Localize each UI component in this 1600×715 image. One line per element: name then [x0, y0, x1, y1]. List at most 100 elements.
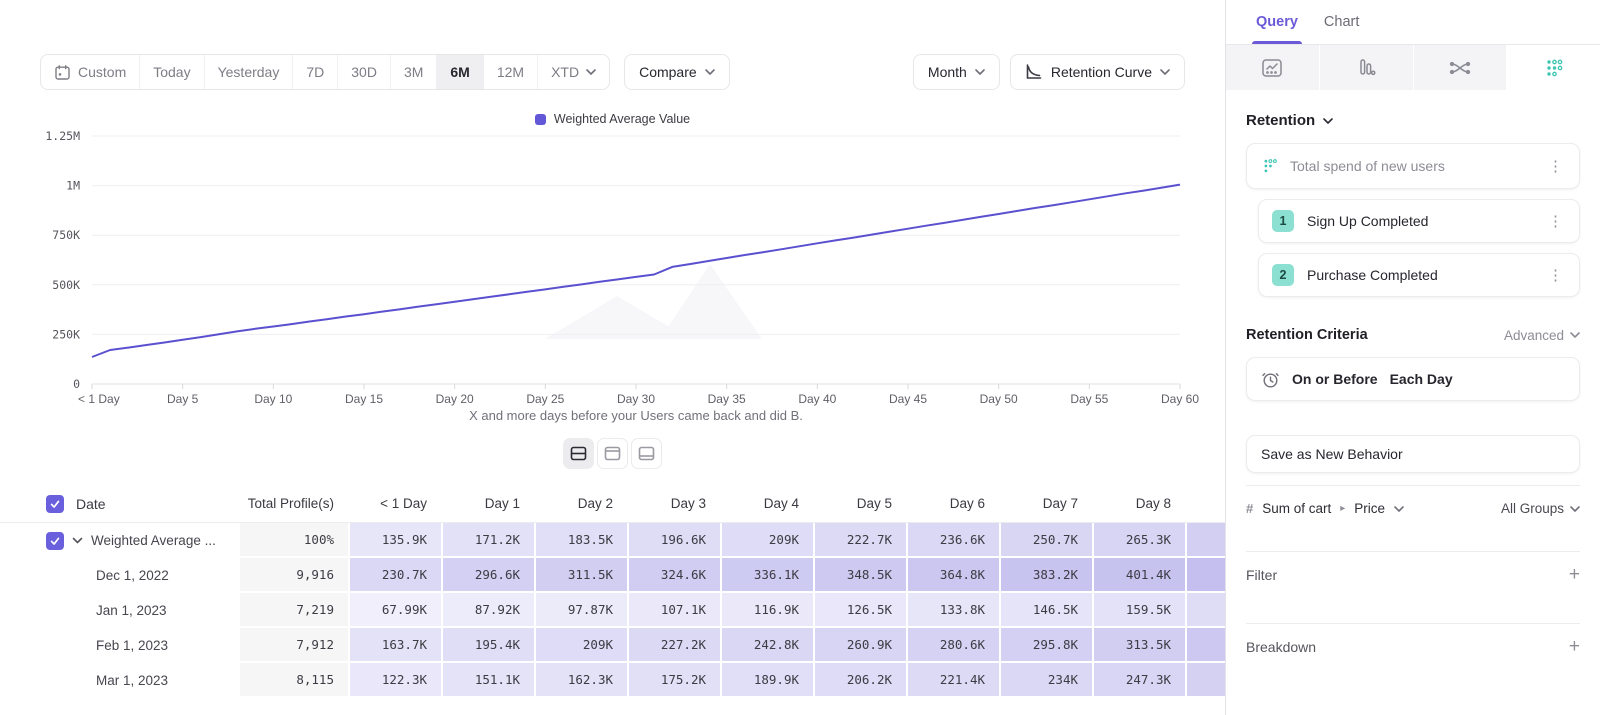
add-filter-button[interactable]: +	[1569, 564, 1580, 586]
retention-value-cell[interactable]: 260.9K	[815, 628, 908, 663]
retention-value-cell[interactable]: 265.3K	[1094, 523, 1187, 558]
table-row[interactable]: Feb 1, 20237,912163.7K195.4K209K227.2K24…	[0, 628, 1225, 663]
retention-value-cell[interactable]: 383.2K	[1001, 558, 1094, 593]
retention-value-cell[interactable]: 313.5K	[1094, 628, 1187, 663]
step-row-1[interactable]: 1 Sign Up Completed ⋮	[1258, 199, 1580, 243]
retention-value-cell[interactable]: 133.8K	[908, 593, 1001, 628]
chart-legend[interactable]: Weighted Average Value	[0, 112, 1225, 126]
expand-caret-icon[interactable]	[72, 537, 83, 544]
table-row[interactable]: Dec 1, 20229,916230.7K296.6K311.5K324.6K…	[0, 558, 1225, 593]
granularity-button[interactable]: Month	[913, 54, 1000, 90]
retention-value-cell[interactable]: 195.4K	[443, 628, 536, 663]
retention-value-cell[interactable]: 324.6K	[629, 558, 722, 593]
retention-value-cell[interactable]: 183.5K	[536, 523, 629, 558]
retention-value-cell[interactable]: 247.3K	[1094, 663, 1187, 698]
retention-value-cell[interactable]: 336.1K	[722, 558, 815, 593]
row-date-cell[interactable]: Jan 1, 2023	[0, 593, 240, 628]
retention-value-cell[interactable]: 364.8K	[908, 558, 1001, 593]
insights-report-button[interactable]	[1226, 45, 1320, 90]
retention-value-cell[interactable]: 230.7K	[350, 558, 443, 593]
range-today[interactable]: Today	[140, 55, 204, 89]
range-yesterday[interactable]: Yesterday	[205, 55, 294, 89]
retention-value-cell[interactable]: 206.2K	[815, 663, 908, 698]
row-checkbox[interactable]	[46, 532, 64, 550]
retention-value-cell[interactable]: 222.7K	[815, 523, 908, 558]
range-custom[interactable]: Custom	[41, 55, 140, 89]
group-selector[interactable]: All Groups	[1501, 501, 1580, 516]
kebab-menu-icon[interactable]: ⋮	[1544, 157, 1567, 175]
range-30d[interactable]: 30D	[338, 55, 391, 89]
range-6m[interactable]: 6M	[437, 55, 483, 89]
add-breakdown-button[interactable]: +	[1569, 636, 1580, 658]
retention-value-cell[interactable]: 87.92K	[443, 593, 536, 628]
row-date-cell[interactable]: Weighted Average ...	[0, 523, 240, 558]
retention-value-cell[interactable]: 250.7K	[1001, 523, 1094, 558]
retention-value-cell[interactable]: 146.5K	[1001, 593, 1094, 628]
retention-value-cell[interactable]: 209K	[536, 628, 629, 663]
retention-value-cell[interactable]: 162.3K	[536, 663, 629, 698]
range-3m[interactable]: 3M	[391, 55, 437, 89]
retention-value-cell[interactable]: 196.6K	[629, 523, 722, 558]
x-axis-tick-label: Day 50	[980, 392, 1018, 406]
table-row[interactable]: Jan 1, 20237,21967.99K87.92K97.87K107.1K…	[0, 593, 1225, 628]
table-view-button[interactable]	[631, 438, 662, 469]
retention-value-cell[interactable]: 151.1K	[443, 663, 536, 698]
chart-type-button[interactable]: Retention Curve	[1010, 54, 1185, 90]
retention-section-header[interactable]: Retention	[1246, 112, 1580, 129]
retention-value-cell[interactable]: 234K	[1001, 663, 1094, 698]
retention-value-cell[interactable]: 163.7K	[350, 628, 443, 663]
retention-value-cell[interactable]: 221.4K	[908, 663, 1001, 698]
kebab-menu-icon[interactable]: ⋮	[1544, 266, 1567, 284]
retention-value-cell[interactable]: 227.2K	[629, 628, 722, 663]
table-row[interactable]: Weighted Average ...100%135.9K171.2K183.…	[0, 523, 1225, 558]
range-12m[interactable]: 12M	[484, 55, 538, 89]
criteria-condition-card[interactable]: On or Before Each Day	[1246, 357, 1580, 401]
retention-value-cell[interactable]: 126.5K	[815, 593, 908, 628]
step-row-2[interactable]: 2 Purchase Completed ⋮	[1258, 253, 1580, 297]
row-date-cell[interactable]: Feb 1, 2023	[0, 628, 240, 663]
retention-value-cell[interactable]: 107.1K	[629, 593, 722, 628]
funnels-report-button[interactable]	[1320, 45, 1414, 90]
tab-chart[interactable]: Chart	[1324, 0, 1359, 44]
retention-value-cell[interactable]: 116.9K	[722, 593, 815, 628]
flows-report-button[interactable]	[1414, 45, 1508, 90]
retention-value-cell[interactable]: 296.6K	[443, 558, 536, 593]
retention-value-cell[interactable]: 401.4K	[1094, 558, 1187, 593]
retention-value-cell[interactable]: 348.5K	[815, 558, 908, 593]
criteria-frequency[interactable]: Each Day	[1390, 371, 1453, 387]
split-view-button[interactable]	[563, 438, 594, 469]
row-date-cell[interactable]: Mar 1, 2023	[0, 663, 240, 698]
retention-value-cell[interactable]: 236.6K	[908, 523, 1001, 558]
chart-view-button[interactable]	[597, 438, 628, 469]
line-chart-canvas[interactable]: 0250K500K750K1M1.25M< 1 DayDay 5Day 10Da…	[0, 90, 1225, 430]
metric-selector[interactable]: # Sum of cart ▸ Price	[1246, 501, 1501, 516]
row-date-cell[interactable]: Dec 1, 2022	[0, 558, 240, 593]
table-row[interactable]: Mar 1, 20238,115122.3K151.1K162.3K175.2K…	[0, 663, 1225, 698]
retention-value-cell[interactable]: 135.9K	[350, 523, 443, 558]
retention-value-cell[interactable]: 189.9K	[722, 663, 815, 698]
retention-value-cell[interactable]: 159.5K	[1094, 593, 1187, 628]
compare-button[interactable]: Compare	[624, 54, 730, 90]
retention-value-cell[interactable]: 280.6K	[908, 628, 1001, 663]
retention-value-cell[interactable]: 295.8K	[1001, 628, 1094, 663]
retention-report-button[interactable]	[1507, 45, 1600, 90]
row-checkbox[interactable]	[46, 495, 64, 513]
header-cell-date[interactable]: Date	[0, 485, 240, 522]
retention-value-cell[interactable]: 175.2K	[629, 663, 722, 698]
save-as-new-behavior-button[interactable]: Save as New Behavior	[1246, 435, 1580, 473]
retention-value-cell[interactable]: 311.5K	[536, 558, 629, 593]
criteria-condition[interactable]: On or Before	[1292, 371, 1378, 387]
retention-value-cell[interactable]: 242.8K	[722, 628, 815, 663]
table-body: Weighted Average ...100%135.9K171.2K183.…	[0, 523, 1225, 698]
retention-value-cell[interactable]: 97.87K	[536, 593, 629, 628]
tab-query[interactable]: Query	[1256, 0, 1298, 44]
kebab-menu-icon[interactable]: ⋮	[1544, 212, 1567, 230]
advanced-dropdown[interactable]: Advanced	[1504, 328, 1580, 343]
retention-value-cell[interactable]: 67.99K	[350, 593, 443, 628]
retention-value-cell[interactable]: 171.2K	[443, 523, 536, 558]
behavior-card-header[interactable]: Total spend of new users ⋮	[1246, 143, 1580, 189]
range-xtd[interactable]: XTD	[538, 55, 609, 89]
retention-value-cell[interactable]: 122.3K	[350, 663, 443, 698]
retention-value-cell[interactable]: 209K	[722, 523, 815, 558]
range-7d[interactable]: 7D	[293, 55, 338, 89]
